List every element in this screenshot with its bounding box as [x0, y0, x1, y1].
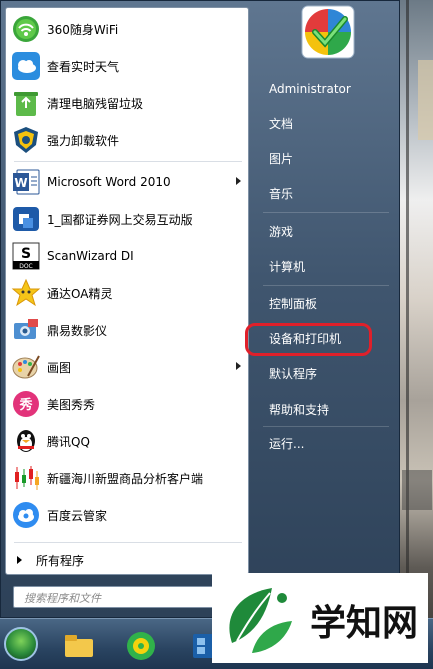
watermark-logo: 学知网 [212, 573, 428, 663]
program-item-scanwizard[interactable]: S DOC ScanWizard DI [9, 239, 247, 273]
desktop-background [400, 0, 433, 668]
pictures-link[interactable]: 图片 [263, 146, 383, 172]
help-and-support-link[interactable]: 帮助和支持 [263, 397, 383, 423]
control-panel-link[interactable]: 控制面板 [263, 291, 383, 317]
program-item-weather[interactable]: 查看实时天气 [9, 49, 247, 83]
program-label: 360随身WiFi [47, 22, 119, 37]
program-label: Microsoft Word 2010 [47, 175, 171, 189]
program-label: 美图秀秀 [47, 397, 96, 412]
documents-link[interactable]: 文档 [263, 111, 383, 137]
weather-icon [12, 52, 40, 80]
program-item-baidu-cloud[interactable]: 百度云管家 [9, 498, 247, 532]
program-list-pane: 360随身WiFi 查看实时天气 清理电脑残留垃圾 强力卸载软件 W Micro… [5, 7, 249, 575]
all-programs-label: 所有程序 [36, 553, 85, 568]
scanner-icon: S DOC [12, 242, 40, 270]
start-button[interactable] [4, 627, 38, 661]
all-programs-button[interactable]: 所有程序 [9, 548, 247, 572]
program-label: 画图 [47, 360, 72, 375]
star-sprite-icon [11, 278, 41, 307]
expand-arrow-icon [17, 556, 22, 564]
svg-text:学知网: 学知网 [310, 602, 418, 644]
program-label: 新疆海川新盟商品分析客户端 [47, 471, 204, 486]
music-link[interactable]: 音乐 [263, 181, 383, 207]
program-label: 强力卸载软件 [47, 133, 120, 148]
program-item-camera[interactable]: 鼎易数影仪 [9, 313, 247, 347]
svg-text:S: S [21, 246, 31, 262]
program-item-stock-trading[interactable]: 1_国都证券网上交易互动版 [9, 202, 247, 236]
program-label: 通达OA精灵 [47, 286, 113, 301]
default-programs-link[interactable]: 默认程序 [263, 361, 383, 387]
recycle-icon [14, 92, 38, 116]
program-item-meitu[interactable]: 秀 美图秀秀 [9, 387, 247, 421]
program-item-commodity-analysis[interactable]: 新疆海川新盟商品分析客户端 [9, 461, 247, 495]
svg-text:DOC: DOC [19, 263, 33, 270]
program-item-paint[interactable]: 画图 [9, 350, 247, 384]
search-input[interactable] [22, 588, 206, 608]
program-item-qq[interactable]: 腾讯QQ [9, 424, 247, 458]
start-menu: 360随身WiFi 查看实时天气 清理电脑残留垃圾 强力卸载软件 W Micro… [0, 0, 400, 618]
program-label: 查看实时天气 [47, 59, 120, 74]
camera-icon [14, 319, 38, 339]
program-item-360-wifi[interactable]: 360随身WiFi [9, 12, 247, 46]
highlight-ring [245, 323, 372, 356]
music-player-icon[interactable] [124, 629, 158, 663]
word-icon: W [13, 169, 40, 195]
program-item-word[interactable]: W Microsoft Word 2010 [9, 165, 247, 199]
stock-app-icon [13, 207, 39, 231]
file-explorer-icon[interactable] [62, 629, 96, 663]
program-label: ScanWizard DI [47, 249, 134, 263]
computer-link[interactable]: 计算机 [263, 254, 383, 280]
uninstall-shield-icon [14, 127, 38, 153]
search-box[interactable] [13, 586, 243, 608]
divider [263, 212, 389, 213]
program-label: 清理电脑残留垃圾 [47, 96, 144, 111]
baidu-cloud-icon [13, 502, 39, 528]
submenu-arrow-icon [236, 362, 241, 370]
qq-penguin-icon [17, 430, 35, 452]
program-label: 鼎易数影仪 [47, 323, 108, 338]
wifi-icon [13, 16, 39, 42]
program-item-oa[interactable]: 通达OA精灵 [9, 276, 247, 310]
leaf-logo-icon: 学知网 [229, 588, 418, 653]
submenu-arrow-icon [236, 177, 241, 185]
paint-palette-icon [12, 355, 40, 379]
run-link[interactable]: 运行... [263, 431, 383, 457]
meitu-icon: 秀 [13, 391, 39, 417]
games-link[interactable]: 游戏 [263, 219, 383, 245]
svg-text:秀: 秀 [18, 397, 33, 413]
svg-text:W: W [14, 176, 27, 190]
divider [14, 161, 242, 162]
candlestick-chart-icon [12, 464, 40, 492]
program-label: 百度云管家 [47, 508, 108, 523]
program-label: 1_国都证券网上交易互动版 [47, 212, 193, 227]
program-item-cleanup[interactable]: 清理电脑残留垃圾 [9, 86, 247, 120]
divider [263, 426, 389, 427]
divider [263, 285, 389, 286]
user-avatar-icon[interactable] [301, 5, 355, 59]
divider [14, 542, 242, 543]
program-item-uninstall[interactable]: 强力卸载软件 [9, 123, 247, 157]
user-name-link[interactable]: Administrator [263, 76, 383, 102]
program-label: 腾讯QQ [47, 434, 90, 449]
